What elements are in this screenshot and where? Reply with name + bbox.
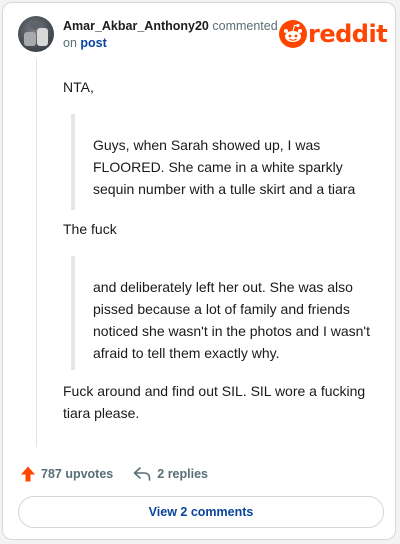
comment-footer: 787 upvotes 2 replies: [19, 463, 208, 485]
avatar[interactable]: [18, 16, 54, 52]
quote-text: Guys, when Sarah showed up, I was FLOORE…: [93, 137, 356, 197]
quote-text: and deliberately left her out. She was a…: [93, 279, 370, 361]
avatar-detail: [24, 32, 36, 46]
comment-header: Amar_Akbar_Anthony20 commented on post: [63, 18, 283, 52]
blockquote: and deliberately left her out. She was a…: [71, 256, 381, 370]
commented-label: commented: [212, 19, 278, 33]
upvote-arrow-icon[interactable]: [19, 465, 37, 483]
upvote-count: 787 upvotes: [41, 467, 114, 481]
comment-card: Amar_Akbar_Anthony20 commented on post r…: [2, 2, 396, 540]
avatar-detail: [37, 28, 48, 46]
reddit-logo[interactable]: reddit: [279, 19, 389, 49]
replies-control[interactable]: 2 replies: [133, 466, 208, 482]
reddit-snoo-icon: [279, 20, 307, 48]
comment-paragraph: NTA,: [63, 79, 94, 95]
comment-paragraph: Fuck around and find out SIL. SIL wore a…: [63, 383, 366, 421]
post-link[interactable]: post: [80, 36, 106, 50]
reddit-wordmark: reddit: [308, 20, 388, 48]
username[interactable]: Amar_Akbar_Anthony20: [63, 19, 209, 33]
thread-line[interactable]: [36, 59, 37, 447]
view-comments-button[interactable]: View 2 comments: [18, 496, 384, 528]
reply-count: 2 replies: [157, 467, 208, 481]
reply-arrow-icon: [133, 467, 151, 481]
blockquote: Guys, when Sarah showed up, I was FLOORE…: [71, 114, 381, 210]
on-label: on: [63, 36, 77, 50]
comment-paragraph: The fuck: [63, 221, 117, 237]
